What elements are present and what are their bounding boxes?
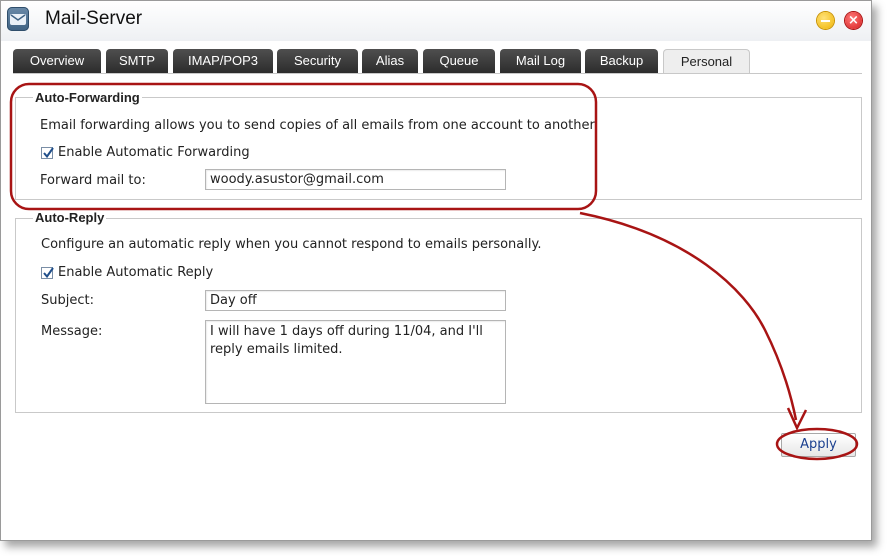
tab-smtp[interactable]: SMTP xyxy=(106,49,168,73)
enable-reply-checkbox[interactable] xyxy=(41,267,54,279)
window-title: Mail-Server xyxy=(45,8,143,29)
title-bar: Mail-Server × xyxy=(1,1,871,41)
tab-mail-log[interactable]: Mail Log xyxy=(500,49,581,73)
message-textarea[interactable]: I will have 1 days off during 11/04, and… xyxy=(205,320,506,404)
auto-forwarding-legend: Auto-Forwarding xyxy=(33,90,142,105)
tab-imap-pop3[interactable]: IMAP/POP3 xyxy=(173,49,273,73)
minimize-button[interactable] xyxy=(817,12,834,29)
close-icon: × xyxy=(848,13,859,28)
forward-mail-to-label: Forward mail to: xyxy=(40,173,146,188)
mail-server-app-icon xyxy=(7,7,29,31)
subject-input[interactable]: Day off xyxy=(205,290,506,311)
tab-security[interactable]: Security xyxy=(277,49,358,73)
tab-personal[interactable]: Personal xyxy=(663,49,750,74)
enable-forwarding-checkbox[interactable] xyxy=(41,147,54,159)
message-label: Message: xyxy=(41,324,103,339)
tab-backup[interactable]: Backup xyxy=(585,49,658,73)
enable-forwarding-label: Enable Automatic Forwarding xyxy=(58,145,250,160)
auto-reply-legend: Auto-Reply xyxy=(33,210,107,225)
apply-button[interactable]: Apply xyxy=(781,433,856,457)
checkmark-icon xyxy=(43,267,54,279)
tab-queue[interactable]: Queue xyxy=(423,49,495,73)
subject-label: Subject: xyxy=(41,293,94,308)
enable-reply-label: Enable Automatic Reply xyxy=(58,265,214,280)
checkmark-icon xyxy=(43,147,54,159)
auto-reply-description: Configure an automatic reply when you ca… xyxy=(41,237,542,252)
tab-divider xyxy=(13,73,862,74)
tab-overview[interactable]: Overview xyxy=(13,49,101,73)
auto-forwarding-description: Email forwarding allows you to send copi… xyxy=(40,118,598,133)
mail-server-window: Mail-Server × Overview SMTP IMAP/POP3 Se… xyxy=(0,0,872,541)
close-button[interactable]: × xyxy=(845,12,862,29)
tab-alias[interactable]: Alias xyxy=(362,49,418,73)
forward-mail-to-input[interactable]: woody.asustor@gmail.com xyxy=(205,169,506,190)
